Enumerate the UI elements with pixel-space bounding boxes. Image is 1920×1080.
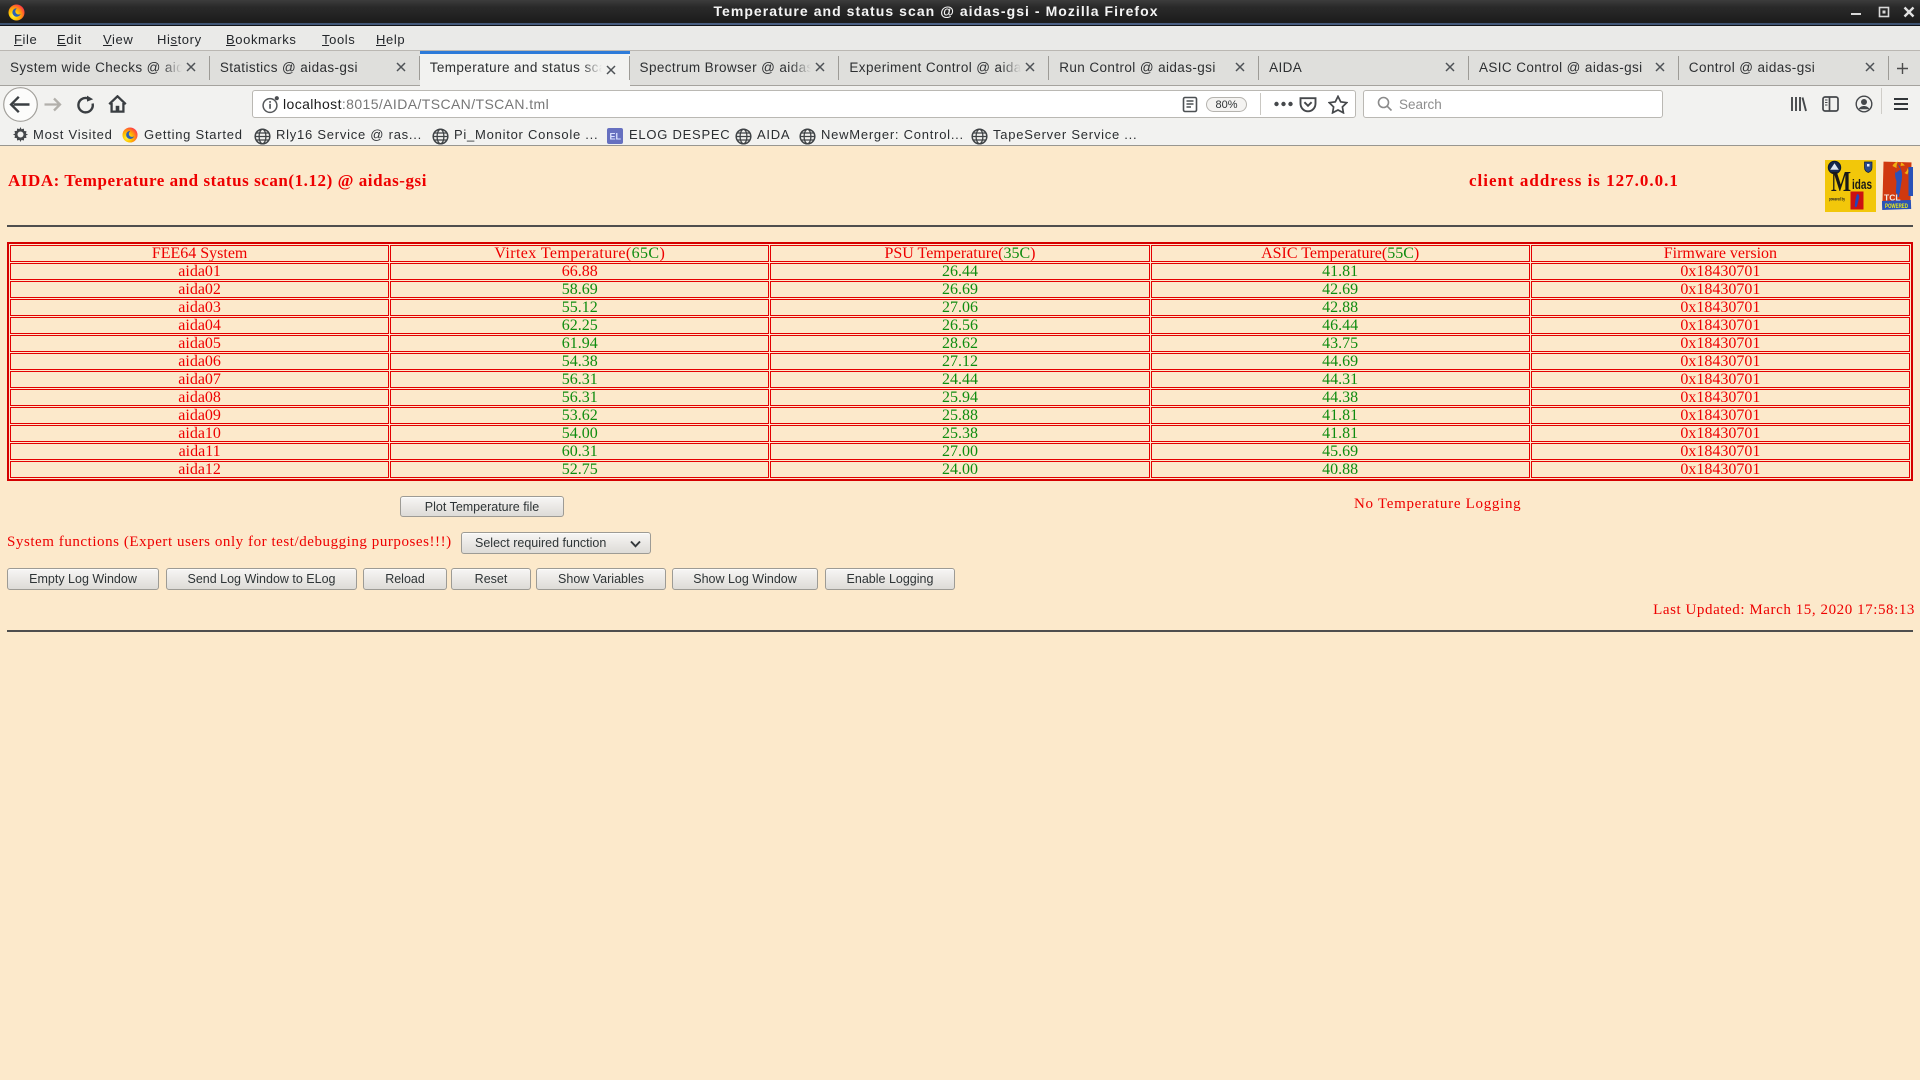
svg-text:EL: EL — [610, 132, 622, 142]
svg-text:idas: idas — [1852, 176, 1872, 192]
svg-text:M: M — [1831, 167, 1851, 198]
svg-text:POWERED: POWERED — [1885, 204, 1908, 210]
svg-text:powered by: powered by — [1829, 197, 1845, 202]
